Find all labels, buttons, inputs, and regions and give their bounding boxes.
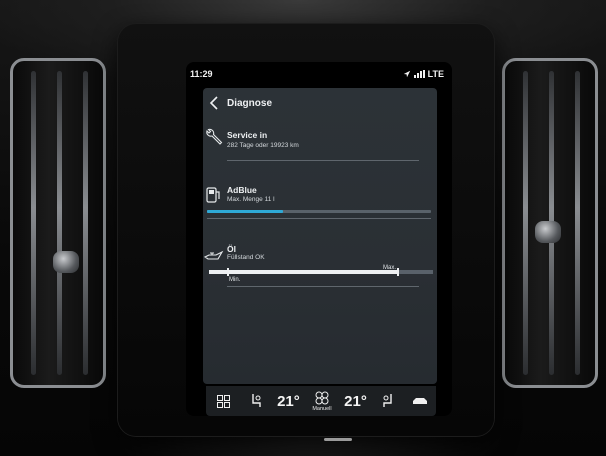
service-title: Service in	[227, 130, 268, 140]
vent-slat	[83, 71, 88, 375]
clock: 11:29	[190, 69, 213, 79]
wrench-icon	[206, 128, 223, 145]
passenger-temperature[interactable]: 21°	[344, 388, 367, 414]
location-arrow-icon	[403, 70, 410, 78]
driver-temp-value: 21°	[277, 392, 300, 410]
page-title: Diagnose	[227, 97, 273, 109]
status-bar: 11:29 LTE	[186, 62, 452, 86]
oil-min-tick	[227, 268, 229, 276]
driver-seat-heat-button[interactable]	[247, 388, 265, 414]
page-header: Diagnose	[203, 88, 437, 118]
oil-max-tick	[397, 268, 399, 276]
diagnose-panel: Diagnose Service in 282 Tage oder 19923 …	[203, 88, 437, 384]
divider	[207, 218, 431, 219]
vent-slat	[31, 71, 36, 375]
vent-knob	[53, 251, 79, 273]
service-item[interactable]: Service in 282 Tage oder 19923 km	[203, 128, 437, 160]
climate-bar: 21° Manuell 21°	[206, 386, 436, 416]
seat-heat-left-icon	[251, 394, 261, 407]
grid-icon	[216, 394, 230, 408]
car-icon	[412, 398, 427, 404]
oil-title: Öl	[227, 244, 236, 254]
adblue-title: AdBlue	[227, 185, 257, 195]
oil-max-label: Max.	[383, 265, 397, 271]
vent-slat	[575, 71, 580, 375]
adblue-detail: Max. Menge 11 l	[227, 196, 275, 203]
divider	[227, 160, 419, 161]
left-air-vent	[10, 58, 106, 388]
back-button[interactable]	[205, 92, 223, 114]
seat-heat-right-icon	[383, 394, 393, 407]
vent-knob	[535, 221, 561, 243]
status-indicators: LTE	[403, 69, 444, 79]
adblue-level-fill	[207, 210, 284, 213]
infotainment-screen: 11:29 LTE Diagnose Service in 282 Tage o…	[186, 62, 452, 416]
signal-icon	[413, 70, 425, 78]
right-air-vent	[502, 58, 598, 388]
vent-slat	[523, 71, 528, 375]
network-type: LTE	[427, 69, 444, 79]
hazard-light-strip	[324, 438, 352, 441]
adblue-level-bar	[207, 210, 431, 213]
adblue-pump-icon	[206, 187, 220, 203]
home-grid-button[interactable]	[212, 388, 234, 414]
back-chevron-icon	[209, 96, 218, 110]
oil-level-fill	[209, 270, 400, 274]
driver-temperature[interactable]: 21°	[277, 388, 300, 414]
oil-level-bar	[209, 270, 433, 274]
oil-can-icon	[203, 250, 224, 260]
divider	[227, 286, 419, 287]
vent-slat	[57, 71, 62, 375]
passenger-seat-heat-button[interactable]	[379, 388, 397, 414]
passenger-temp-value: 21°	[344, 392, 367, 410]
fan-icon	[315, 391, 329, 404]
fan-mode-label: Manuell	[312, 405, 332, 412]
service-detail: 282 Tage oder 19923 km	[227, 142, 299, 149]
oil-min-label: Min.	[229, 277, 241, 283]
fan-control-button[interactable]: Manuell	[312, 388, 332, 414]
oil-detail: Füllstand OK	[227, 254, 265, 261]
car-functions-button[interactable]	[410, 388, 430, 414]
